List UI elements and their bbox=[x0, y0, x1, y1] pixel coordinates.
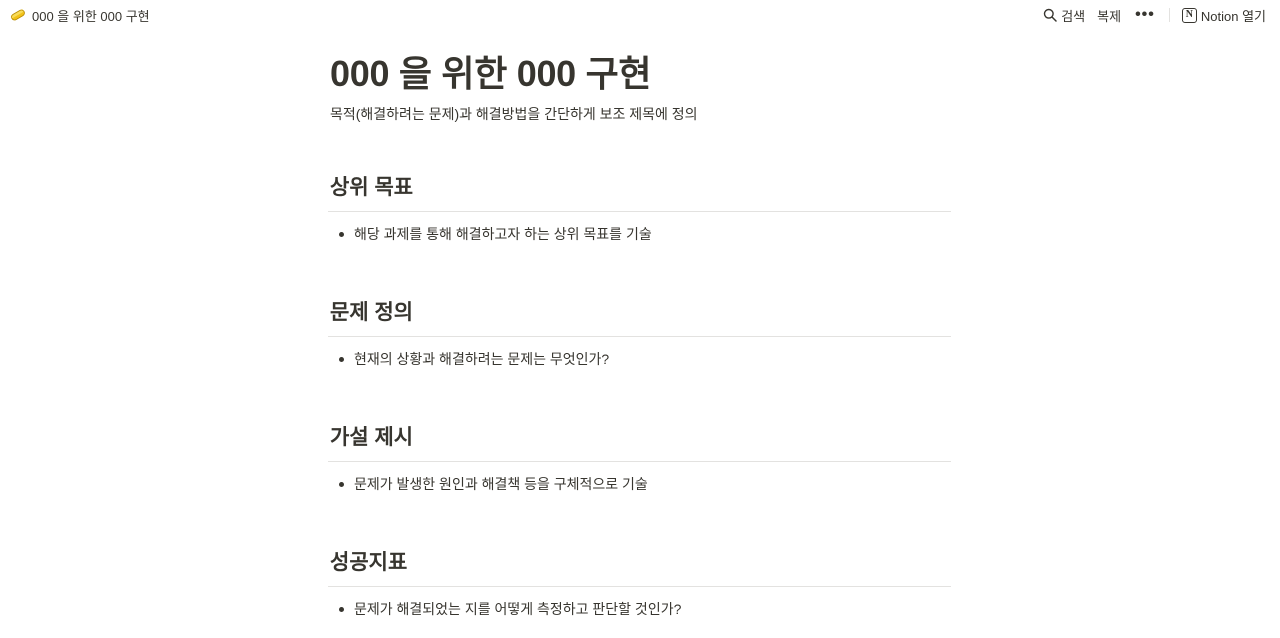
list-item-text: 문제가 발생한 원인과 해결책 등을 구체적으로 기술 bbox=[354, 476, 648, 492]
section-heading: 문제 정의 bbox=[330, 301, 414, 324]
open-in-notion-button[interactable]: N Notion 열기 bbox=[1176, 4, 1272, 27]
yellow-pill-icon bbox=[10, 9, 25, 21]
page-content: 000 을 위한 000 구현 목적(해결하려는 문제)과 해결방법을 간단하게… bbox=[328, 50, 951, 619]
toolbar-divider bbox=[1168, 8, 1170, 22]
heading-divider bbox=[328, 211, 951, 212]
list-item-text: 현재의 상황과 해결하려는 문제는 무엇인가? bbox=[354, 351, 610, 367]
topbar-actions: 검색 복제 ••• N Notion 열기 bbox=[1037, 4, 1272, 27]
search-icon bbox=[1044, 8, 1057, 22]
notion-logo-icon: N bbox=[1181, 7, 1197, 23]
section-success-metric: 성공지표 문제가 해결되었는 지를 어떻게 측정하고 판단할 것인가? bbox=[328, 549, 951, 619]
open-notion-label: Notion 열기 bbox=[1200, 8, 1266, 24]
section-heading: 상위 목표 bbox=[330, 176, 414, 199]
heading-divider bbox=[328, 461, 951, 462]
bullet-icon bbox=[339, 356, 344, 362]
section-heading: 가설 제시 bbox=[330, 426, 414, 449]
page-title: 000 을 위한 000 구현 bbox=[330, 53, 652, 94]
section-hypothesis: 가설 제시 문제가 발생한 원인과 해결책 등을 구체적으로 기술 bbox=[328, 424, 951, 494]
list-item-text: 해당 과제를 통해 해결하고자 하는 상위 목표를 기술 bbox=[354, 226, 652, 242]
breadcrumb-page-title: 000 을 위한 000 구현 bbox=[32, 8, 150, 24]
section-problem: 문제 정의 현재의 상황과 해결하려는 문제는 무엇인가? bbox=[328, 299, 951, 369]
page-subtitle: 목적(해결하려는 문제)과 해결방법을 간단하게 보조 제목에 정의 bbox=[330, 106, 698, 122]
section-goal: 상위 목표 해당 과제를 통해 해결하고자 하는 상위 목표를 기술 bbox=[328, 174, 951, 244]
list-item: 해당 과제를 통해 해결하고자 하는 상위 목표를 기술 bbox=[328, 224, 951, 244]
search-button[interactable]: 검색 bbox=[1037, 4, 1091, 27]
bullet-icon bbox=[339, 606, 344, 612]
heading-divider bbox=[328, 336, 951, 337]
breadcrumb[interactable]: 000 을 위한 000 구현 bbox=[10, 6, 150, 25]
list-item: 문제가 발생한 원인과 해결책 등을 구체적으로 기술 bbox=[328, 474, 951, 494]
duplicate-label: 복제 bbox=[1097, 8, 1122, 24]
heading-divider bbox=[328, 586, 951, 587]
list-item: 문제가 해결되었는 지를 어떻게 측정하고 판단할 것인가? bbox=[328, 599, 951, 619]
duplicate-button[interactable]: 복제 bbox=[1091, 4, 1127, 27]
bullet-icon bbox=[339, 481, 344, 487]
section-heading: 성공지표 bbox=[330, 551, 408, 574]
bullet-icon bbox=[339, 231, 344, 237]
list-item-text: 문제가 해결되었는 지를 어떻게 측정하고 판단할 것인가? bbox=[354, 601, 682, 617]
list-item: 현재의 상황과 해결하려는 문제는 무엇인가? bbox=[328, 349, 951, 369]
top-bar: 000 을 위한 000 구현 검색 복제 ••• N Notion 열기 bbox=[0, 0, 1280, 30]
more-options-icon[interactable]: ••• bbox=[1127, 7, 1163, 23]
search-label: 검색 bbox=[1061, 8, 1086, 24]
